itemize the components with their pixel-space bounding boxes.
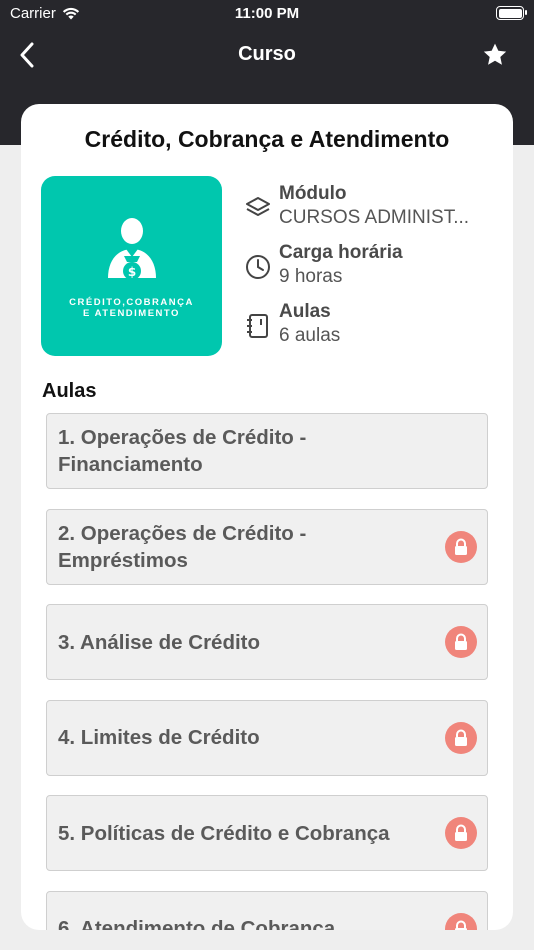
lesson-label: 1. Operações de Crédito - Financiamento [58,426,307,476]
favorite-button[interactable] [480,40,510,70]
lesson-label: 5. Políticas de Crédito e Cobrança [58,821,390,845]
lock-icon [455,920,467,930]
info-label: Carga horária [279,242,403,263]
course-thumbnail: $ CRÉDITO,COBRANÇA E ATENDIMENTO [41,176,222,356]
info-value: CURSOS ADMINIST... [279,207,470,228]
lock-badge [445,626,477,658]
course-title: Crédito, Cobrança e Atendimento [84,126,450,152]
lock-badge [445,721,477,754]
course-screen: Carrier 11:00 PM Curso Crédito, Cobrança… [0,0,534,950]
lesson-label: 3. Análise de Crédito [58,630,261,654]
navigation-bar: Curso [0,30,534,80]
status-time: 11:00 PM [234,5,300,22]
lesson-item[interactable]: 2. Operações de Crédito - Empréstimos [46,508,488,585]
businessman-money-icon: $ [108,218,156,280]
info-workload: Carga horária 9 horas [245,241,495,300]
info-label: Módulo [279,183,347,204]
status-bar: Carrier 11:00 PM [0,0,534,28]
layers-icon [246,197,270,216]
svg-text:$: $ [128,265,136,279]
info-value: 6 aulas [279,325,341,346]
lock-icon [455,633,467,650]
lesson-label: 2. Operações de Crédito - Empréstimos [58,521,307,572]
lesson-label: 6. Atendimento de Cobrança [58,917,336,930]
lock-badge [445,530,477,563]
info-module: Módulo CURSOS ADMINIST... [245,182,495,241]
info-label: Aulas [279,301,331,322]
lock-icon [455,824,467,841]
lock-icon [455,729,467,746]
info-lessons: Aulas 6 aulas [245,300,495,359]
lesson-label: 4. Limites de Crédito [58,726,260,749]
lesson-item[interactable]: 3. Análise de Crédito [46,604,488,680]
star-icon [483,43,507,65]
lessons-section-title: Aulas [42,380,97,402]
lock-icon [455,538,467,555]
lesson-item[interactable]: 6. Atendimento de Cobrança [46,890,488,930]
notebook-icon [247,314,268,338]
lock-badge [445,912,477,930]
course-info: Módulo CURSOS ADMINIST... Carga horária … [245,182,495,359]
battery-icon [496,6,527,20]
back-button[interactable] [10,38,44,72]
info-value: 9 horas [279,266,343,287]
lesson-item[interactable]: 5. Políticas de Crédito e Cobrança [46,795,488,871]
chevron-left-icon [20,42,34,68]
thumbnail-caption: CRÉDITO,COBRANÇA E ATENDIMENTO [69,297,194,319]
page-title: Curso [238,43,296,65]
lock-badge [445,817,477,849]
lesson-list: 1. Operações de Crédito - Financiamento … [46,413,488,930]
lesson-item[interactable]: 4. Limites de Crédito [46,699,488,776]
lesson-item[interactable]: 1. Operações de Crédito - Financiamento [46,413,488,489]
clock-icon [246,255,270,279]
course-card: Crédito, Cobrança e Atendimento $ CRÉDIT… [21,104,513,930]
